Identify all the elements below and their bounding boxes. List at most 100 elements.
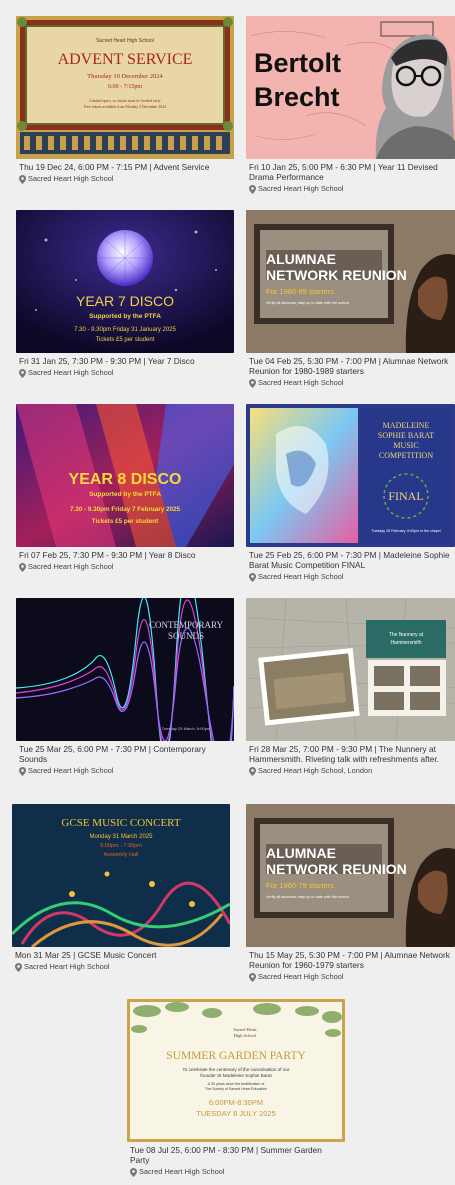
image-sub: For 1980-89 starters: [266, 287, 334, 296]
image-school: High School: [234, 1033, 257, 1038]
location-pin-icon: [130, 1167, 137, 1177]
image-when: 7.30 - 9.30pm Friday 31 January 2025: [74, 327, 176, 333]
image-line: COMPETITION: [379, 451, 433, 460]
event-location: Sacred Heart High School: [130, 1167, 342, 1177]
location-text: Sacred Heart High School: [28, 368, 114, 378]
event-title[interactable]: Tue 25 Feb 25, 6:00 PM - 7:30 PM | Madel…: [249, 550, 454, 570]
location-text: Sacred Heart High School: [258, 572, 344, 582]
image-date: Tuesday 25 February, 6:00pm in the chape…: [371, 529, 440, 533]
image-note: Verify all alumnae; stay up to date with…: [266, 301, 349, 305]
event-title[interactable]: Thu 15 May 25, 5:30 PM - 7:00 PM | Alumn…: [249, 950, 454, 970]
location-text: Sacred Heart High School: [258, 184, 344, 194]
image-price: Tickets £5 per student: [92, 518, 159, 525]
image-final: FINAL: [388, 489, 423, 503]
event-image[interactable]: ALUMNAE NETWORK REUNION For 1960-79 star…: [246, 804, 455, 947]
image-heading: GCSE MUSIC CONCERT: [61, 817, 180, 829]
image-date: Thursday 19 December 2024: [87, 73, 163, 80]
image-line: Hammersmith: [390, 640, 421, 646]
location-text: Sacred Heart High School: [258, 972, 344, 982]
image-text: The Society of Sacred Heart Education: [205, 1087, 267, 1091]
location-pin-icon: [249, 378, 256, 388]
image-school: Sacred Heart High School: [96, 38, 154, 44]
location-pin-icon: [19, 562, 26, 572]
location-text: Sacred Heart High School: [28, 562, 114, 572]
event-location: Sacred Heart High School: [15, 962, 227, 972]
event-image[interactable]: ALUMNAE NETWORK REUNION For 1980-89 star…: [246, 210, 455, 353]
image-line2: NETWORK REUNION: [266, 861, 407, 877]
image-note: Verify all alumnae; stay up to date with…: [266, 895, 349, 899]
location-text: Sacred Heart High School: [28, 174, 114, 184]
location-text: Sacred Heart High School: [258, 378, 344, 388]
event-image[interactable]: GCSE MUSIC CONCERT Monday 31 March 2025 …: [12, 804, 230, 947]
event-image[interactable]: Sacred Heart High School ADVENT SERVICE …: [16, 16, 234, 159]
event-location: Sacred Heart High School: [249, 972, 454, 982]
event-title[interactable]: Thu 19 Dec 24, 6:00 PM - 7:15 PM | Adven…: [19, 162, 231, 172]
image-time: 6:00PM-8:30PM: [209, 1098, 263, 1107]
image-heading: YEAR 8 DISCO: [69, 471, 182, 488]
image-line2: Brecht: [254, 82, 340, 112]
event-location: Sacred Heart High School: [249, 572, 454, 582]
event-title[interactable]: Fri 31 Jan 25, 7:30 PM - 9:30 PM | Year …: [19, 356, 231, 366]
event-title[interactable]: Mon 31 Mar 25 | GCSE Music Concert: [15, 950, 227, 960]
image-note: Free tickets available from Monday 2 Dec…: [84, 105, 166, 109]
location-pin-icon: [19, 368, 26, 378]
event-location: Sacred Heart High School, London: [249, 766, 454, 776]
event-title[interactable]: Tue 04 Feb 25, 5:30 PM - 7:00 PM | Alumn…: [249, 356, 454, 376]
image-date: Monday 31 March 2025: [89, 834, 153, 840]
event-location: Sacred Heart High School: [19, 174, 231, 184]
location-pin-icon: [19, 174, 26, 184]
event-location: Sacred Heart High School: [19, 368, 231, 378]
location-pin-icon: [249, 184, 256, 194]
event-image[interactable]: YEAR 8 DISCO Supported by the PTFA 7.30 …: [16, 404, 234, 547]
image-line1: ALUMNAE: [266, 251, 336, 267]
image-heading: SUMMER GARDEN PARTY: [166, 1050, 306, 1062]
image-date: Tuesday 25 March, 6:00pm: [162, 726, 211, 731]
image-sub: Supported by the PTFA: [89, 491, 161, 498]
location-pin-icon: [249, 766, 256, 776]
image-school: Sacred Heart: [233, 1027, 257, 1032]
image-line: SOPHIE BARAT: [378, 431, 434, 440]
event-image[interactable]: Sacred Heart High School SUMMER GARDEN P…: [127, 999, 345, 1142]
image-time: 6:00 - 7:15pm: [108, 84, 142, 90]
image-line: MUSIC: [393, 441, 418, 450]
image-text: & 50 years since the beatification of: [208, 1082, 265, 1086]
event-location: Sacred Heart High School: [19, 562, 231, 572]
event-image[interactable]: Bertolt Brecht: [246, 16, 455, 159]
location-pin-icon: [15, 962, 22, 972]
event-title[interactable]: Fri 10 Jan 25, 5:00 PM - 6:30 PM | Year …: [249, 162, 454, 182]
event-location: Sacred Heart High School: [249, 184, 454, 194]
image-line: CONTEMPORARY: [149, 620, 224, 630]
event-location: Sacred Heart High School: [19, 766, 231, 776]
location-pin-icon: [19, 766, 26, 776]
location-text: Sacred Heart High School: [24, 962, 110, 972]
event-title[interactable]: Tue 25 Mar 25, 6:00 PM - 7:30 PM | Conte…: [19, 744, 231, 764]
image-sub: Supported by the PTFA: [89, 313, 161, 320]
event-title[interactable]: Fri 07 Feb 25, 7:30 PM - 9:30 PM | Year …: [19, 550, 231, 560]
image-sub: For 1960-79 starters: [266, 881, 334, 890]
image-line2: NETWORK REUNION: [266, 267, 407, 283]
image-price: Tickets £5 per student: [96, 337, 155, 343]
image-line: MADELEINE: [383, 421, 430, 430]
event-image[interactable]: MADELEINE SOPHIE BARAT MUSIC COMPETITION…: [246, 404, 455, 547]
image-text: To celebrate the centenary of the canoni…: [182, 1067, 289, 1072]
image-heading: ADVENT SERVICE: [58, 51, 193, 68]
location-pin-icon: [249, 972, 256, 982]
event-title[interactable]: Fri 28 Mar 25, 7:00 PM - 9:30 PM | The N…: [249, 744, 454, 764]
event-image[interactable]: The Nunnery at Hammersmith: [246, 598, 455, 741]
location-text: Sacred Heart High School, London: [258, 766, 373, 776]
event-image[interactable]: YEAR 7 DISCO Supported by the PTFA 7.30 …: [16, 210, 234, 353]
location-text: Sacred Heart High School: [28, 766, 114, 776]
image-text: founder St Madeleine Sophie Barat: [200, 1073, 272, 1078]
event-title[interactable]: Tue 08 Jul 25, 6:00 PM - 8:30 PM | Summe…: [130, 1145, 342, 1165]
image-line: SOUNDS: [168, 631, 204, 641]
image-venue: Assembly Hall: [104, 852, 139, 858]
image-heading: YEAR 7 DISCO: [76, 293, 174, 309]
image-date: TUESDAY 8 JULY 2025: [196, 1109, 276, 1118]
location-pin-icon: [249, 572, 256, 582]
location-text: Sacred Heart High School: [139, 1167, 225, 1177]
image-line: The Nunnery at: [389, 632, 424, 638]
image-time: 6:00pm - 7:30pm: [100, 843, 142, 849]
image-line1: ALUMNAE: [266, 845, 336, 861]
event-image[interactable]: CONTEMPORARY SOUNDS Tuesday 25 March, 6:…: [16, 598, 234, 741]
image-line1: Bertolt: [254, 48, 341, 78]
